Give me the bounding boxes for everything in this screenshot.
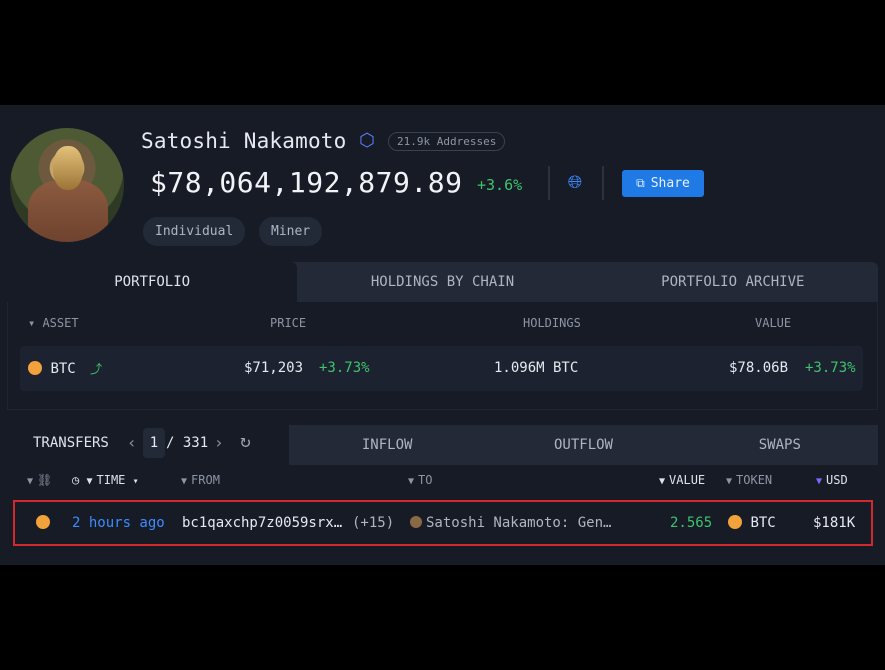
tab-inflow[interactable]: INFLOW	[289, 425, 485, 465]
filter-icon: ▼	[408, 476, 415, 487]
transfer-from-extra[interactable]: (+15)	[352, 515, 394, 531]
btc-coin-icon	[728, 515, 742, 529]
transfer-to-label: Satoshi Nakamoto: Gen…	[426, 515, 612, 531]
column-value-label: VALUE	[669, 473, 706, 487]
transfer-usd: $181K	[813, 515, 856, 531]
entity-avatar	[10, 128, 124, 242]
column-holdings[interactable]: HOLDINGS	[523, 316, 581, 330]
tab-swaps[interactable]: SWAPS	[682, 425, 878, 465]
tab-portfolio-archive[interactable]: PORTFOLIO ARCHIVE	[588, 262, 878, 302]
chevron-right-icon[interactable]: ›	[214, 433, 224, 452]
portfolio-tabs: PORTFOLIO HOLDINGS BY CHAIN PORTFOLIO AR…	[7, 262, 878, 302]
flow-tabs: INFLOW OUTFLOW SWAPS	[289, 425, 878, 465]
filter-icon: ▼	[816, 476, 823, 487]
transfer-from-address[interactable]: bc1qaxchp7z0059srx…	[182, 515, 342, 531]
divider	[602, 166, 604, 200]
column-value[interactable]: VALUE	[755, 316, 791, 330]
column-value[interactable]: ▼ VALUE	[659, 473, 705, 487]
divider	[548, 166, 550, 200]
filter-icon: ▼	[86, 476, 93, 487]
filter-icon: ▾	[28, 316, 43, 330]
column-asset-label: ASSET	[42, 316, 79, 330]
portfolio-balance: $78,064,192,879.89	[150, 166, 463, 199]
verified-badge-icon: ⬡	[359, 130, 375, 151]
transfer-value: 2.565	[670, 515, 713, 531]
column-from-label: FROM	[191, 473, 220, 487]
column-token[interactable]: ▼ TOKEN	[726, 473, 772, 487]
column-from[interactable]: ▼ FROM	[181, 473, 220, 487]
tag-miner[interactable]: Miner	[259, 217, 323, 246]
tab-holdings-by-chain[interactable]: HOLDINGS BY CHAIN	[297, 262, 587, 302]
holding-price-change: +3.73%	[319, 360, 370, 376]
tag-individual[interactable]: Individual	[143, 217, 246, 246]
filter-icon: ▼	[181, 476, 188, 487]
page-current[interactable]: 1	[143, 428, 165, 458]
refresh-icon[interactable]: ↻	[240, 431, 251, 452]
column-to[interactable]: ▼ TO	[408, 473, 432, 487]
holding-price: $71,203	[244, 360, 304, 376]
holding-value: $78.06B	[729, 360, 789, 376]
tab-outflow[interactable]: OUTFLOW	[485, 425, 681, 465]
column-time-label: TIME	[96, 473, 126, 487]
external-link-icon: ⧉	[636, 176, 645, 190]
transfer-to[interactable]: Satoshi Nakamoto: Gen…	[410, 515, 611, 531]
holding-value-change: +3.73%	[805, 360, 856, 376]
share-button-label: Share	[650, 176, 690, 191]
chevron-left-icon[interactable]: ‹	[127, 433, 137, 452]
column-price[interactable]: PRICE	[270, 316, 306, 330]
entity-avatar-icon	[410, 516, 422, 528]
btc-coin-icon	[28, 361, 42, 375]
transfers-title: TRANSFERS	[33, 435, 109, 451]
trend-up-icon: ⤴	[90, 362, 103, 376]
sort-desc-icon: ▾	[132, 476, 139, 487]
globe-icon[interactable]: 🌐︎	[564, 172, 586, 194]
transfer-token[interactable]: BTC	[728, 515, 776, 531]
column-token-label: TOKEN	[736, 473, 773, 487]
clock-icon: ◷	[72, 473, 80, 487]
column-to-label: TO	[418, 473, 433, 487]
transfer-time[interactable]: 2 hours ago	[72, 515, 165, 531]
filter-icon: ▼	[659, 476, 666, 487]
addresses-badge[interactable]: 21.9k Addresses	[388, 132, 506, 151]
column-usd-label: USD	[826, 473, 848, 487]
avatar-face-shape	[53, 146, 83, 190]
column-asset[interactable]: ▾ ASSET	[28, 316, 79, 330]
balance-change: +3.6%	[477, 176, 523, 194]
holding-asset-symbol: BTC	[50, 361, 76, 377]
share-button[interactable]: ⧉ Share	[622, 170, 704, 197]
column-usd[interactable]: ▼ USD	[816, 473, 848, 487]
page-total: / 331	[166, 435, 209, 451]
btc-coin-icon	[36, 515, 50, 531]
filter-link-icon[interactable]: ▼ ⛓	[27, 473, 52, 487]
tab-portfolio[interactable]: PORTFOLIO	[7, 262, 298, 302]
entity-name: Satoshi Nakamoto	[141, 129, 347, 153]
column-time[interactable]: ◷ ▼ TIME ▾	[72, 473, 143, 487]
holding-amount: 1.096M BTC	[494, 360, 579, 376]
filter-icon: ▼	[726, 476, 733, 487]
holding-asset[interactable]: BTC ⤴	[28, 360, 102, 377]
transfer-token-symbol: BTC	[750, 515, 776, 531]
